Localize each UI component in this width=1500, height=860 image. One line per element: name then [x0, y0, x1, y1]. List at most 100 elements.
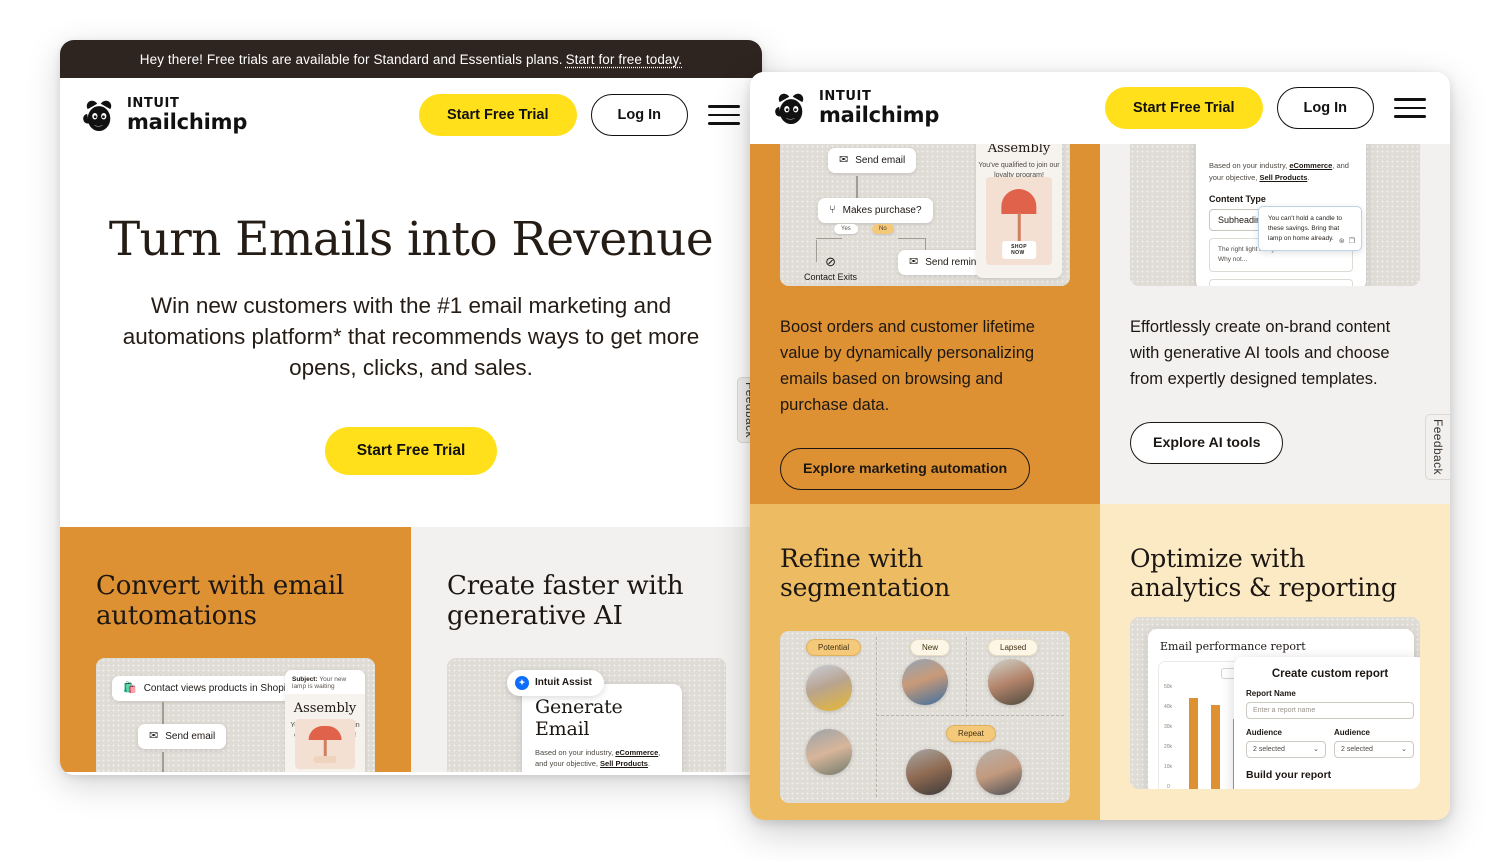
ai-sub-a-right: Based on your industry, [1209, 161, 1290, 170]
brand-mailchimp-text: mailchimp [127, 110, 248, 134]
avatar-potential-2 [806, 728, 852, 775]
start-free-trial-button-right[interactable]: Start Free Trial [1104, 87, 1263, 129]
browser-window-right: INTUIT mailchimp Start Free Trial Log In… [750, 72, 1450, 820]
ai-generate-panel: Generate Email Based on your industry, e… [522, 683, 682, 772]
audience-labels-row: Audience Audience [1246, 719, 1414, 737]
card-title-analytics: Optimize with analytics & reporting [1130, 544, 1397, 603]
flow-connector-1 [162, 701, 164, 724]
feature-card-grid-right-top: ✉ Send email ⑂ Makes purchase? Yes No ✉ … [750, 144, 1450, 504]
explore-marketing-automation-button[interactable]: Explore marketing automation [780, 448, 1031, 491]
log-in-button-right[interactable]: Log In [1276, 87, 1374, 129]
card-media-ai-generate-right: Based on your industry, eCommerce, and y… [1130, 144, 1420, 286]
card-media-ai-generate: ✦ Intuit Assist Generate Email Based on … [447, 657, 726, 772]
segment-pill-new: New [910, 638, 951, 656]
card-body-marketing-automation: Boost orders and customer lifetime value… [780, 318, 1035, 415]
email-product-image [294, 719, 356, 770]
log-in-button[interactable]: Log In [590, 94, 688, 136]
email-preview-card-right: Subject: Your new lamp is waiting Assemb… [976, 144, 1062, 278]
flow-connector-1-right [856, 176, 858, 198]
y-tick-0: 0 [1167, 783, 1170, 789]
shopify-bag-icon: 🛍️ [123, 681, 137, 694]
segment-pill-repeat: Repeat [946, 724, 996, 742]
ai-link-sell-products[interactable]: Sell Products [600, 759, 648, 768]
avatar-repeat-1 [906, 748, 952, 795]
ai-generate-mock-right: Based on your industry, eCommerce, and y… [1130, 144, 1420, 286]
card-media-automation-flow: 🛍️ Contact views products in Shopify sto… [96, 657, 375, 772]
segmentation-mock: Potential New Lapsed Repeat [780, 630, 1070, 803]
email-brand-name-right: Assembly [987, 144, 1051, 156]
ai-panel-subtext-right: Based on your industry, eCommerce, and y… [1209, 161, 1349, 182]
flow-connector-2 [162, 751, 164, 772]
email-subject-label: Subject: [292, 675, 318, 683]
mailchimp-logo-right[interactable]: INTUIT mailchimp [772, 89, 939, 127]
hamburger-menu-icon-right[interactable] [1394, 95, 1426, 121]
intuit-assist-badge: ✦ Intuit Assist [507, 669, 604, 696]
start-free-trial-button[interactable]: Start Free Trial [418, 94, 577, 136]
copy-icon[interactable]: ❐ [1349, 237, 1355, 248]
lamp-shade-shape [308, 726, 342, 741]
freddie-monkey-icon-right [775, 93, 804, 125]
report-name-input[interactable]: Enter a report name [1246, 701, 1414, 719]
flow-step-send-email-right: ✉ Send email [828, 148, 917, 173]
envelope-icon-right: ✉ [839, 154, 849, 166]
card-title-segmentation: Refine with segmentation [780, 544, 950, 603]
feedback-tab-right[interactable]: Feedback [1425, 414, 1450, 480]
automation-flow-mock: 🛍️ Contact views products in Shopify sto… [96, 657, 375, 772]
email-subject-row: Subject: Your new lamp is waiting [285, 669, 365, 694]
card-refine-with-segmentation: Refine with segmentation Potential New L… [750, 504, 1100, 820]
build-report-heading: Build your report [1246, 768, 1332, 781]
create-custom-report-modal: Create custom report Report Name Enter a… [1234, 656, 1420, 789]
ai-option-2-right[interactable]: You can't hold a candle to these savings… [1209, 278, 1353, 286]
hero-cta-wrapper: Start Free Trial [96, 426, 726, 475]
audience-select-1[interactable]: 2 selected ⌄ [1246, 740, 1326, 758]
ai-sub-a: Based on your industry, [535, 747, 616, 757]
avatar-lapsed-1 [988, 658, 1034, 705]
lamp-pole-shape-right [1017, 213, 1021, 243]
brand-intuit-text-right: INTUIT [819, 89, 872, 104]
shop-now-button[interactable]: SHOP NOW [1002, 240, 1036, 259]
ai-panel-heading: Generate Email [535, 695, 623, 740]
y-tick-20k: 20k [1164, 743, 1173, 750]
email-preview-card: Subject: Your new lamp is waiting Assemb… [285, 669, 365, 772]
refresh-icon[interactable]: ⊛ [1339, 237, 1345, 248]
ai-link-ecommerce-right[interactable]: eCommerce [1289, 161, 1332, 170]
freddie-monkey-icon [83, 100, 112, 132]
card-optimize-with-analytics: Optimize with analytics & reporting Emai… [1100, 504, 1450, 820]
mailchimp-logo[interactable]: INTUIT mailchimp [80, 96, 247, 134]
lamp-base-shape [313, 756, 337, 764]
y-tick-40k: 40k [1164, 703, 1173, 710]
card-media-automation-flow-right: ✉ Send email ⑂ Makes purchase? Yes No ✉ … [780, 144, 1070, 286]
feature-card-grid-right-bottom: Refine with segmentation Potential New L… [750, 504, 1450, 820]
flow-step-send-email-label-right: Send email [855, 155, 906, 166]
hero-start-free-trial-button[interactable]: Start Free Trial [324, 426, 498, 475]
announcement-link[interactable]: Start for free today. [566, 52, 683, 67]
segment-pill-lapsed: Lapsed [988, 638, 1039, 656]
segmentation-divider-horizontal [876, 714, 1064, 716]
email-product-image-right: SHOP NOW [986, 177, 1052, 265]
explore-ai-tools-button[interactable]: Explore AI tools [1130, 422, 1284, 465]
browser-window-left: Hey there! Free trials are available for… [60, 40, 762, 775]
flow-connector-yes-h [816, 238, 842, 240]
brand-mailchimp-text-right: mailchimp [819, 103, 940, 127]
ai-panel-subtext: Based on your industry, eCommerce, and y… [535, 747, 661, 769]
report-title: Email performance report [1160, 639, 1306, 653]
audience-label-1: Audience [1246, 727, 1283, 737]
nav-actions-left: Start Free Trial Log In [418, 94, 740, 136]
ai-content-type-label-right: Content Type [1209, 194, 1266, 205]
avatar-repeat-2 [976, 748, 1022, 795]
report-name-label: Report Name [1246, 688, 1296, 698]
ai-link-ecommerce[interactable]: eCommerce [615, 748, 658, 757]
hero-section: Turn Emails into Revenue Win new custome… [60, 152, 762, 527]
screenshot-stage: Hey there! Free trials are available for… [0, 0, 1500, 860]
intuit-assist-icon: ✦ [515, 675, 529, 690]
y-tick-30k: 30k [1164, 723, 1173, 730]
ai-link-sell-products-right[interactable]: Sell Products [1259, 173, 1307, 182]
navbar-right: INTUIT mailchimp Start Free Trial Log In [750, 72, 1450, 144]
audience-select-2[interactable]: 2 selected ⌄ [1334, 740, 1414, 758]
hamburger-menu-icon[interactable] [708, 102, 740, 128]
bar-jan [1189, 697, 1198, 789]
y-tick-10k: 10k [1164, 763, 1173, 770]
card-create-faster-with-generative-ai: Create faster with generative AI ✦ Intui… [411, 526, 762, 772]
ai-tooltip-text: You can't hold a candle to these savings… [1268, 215, 1343, 242]
y-tick-50k: 50k [1164, 683, 1173, 690]
